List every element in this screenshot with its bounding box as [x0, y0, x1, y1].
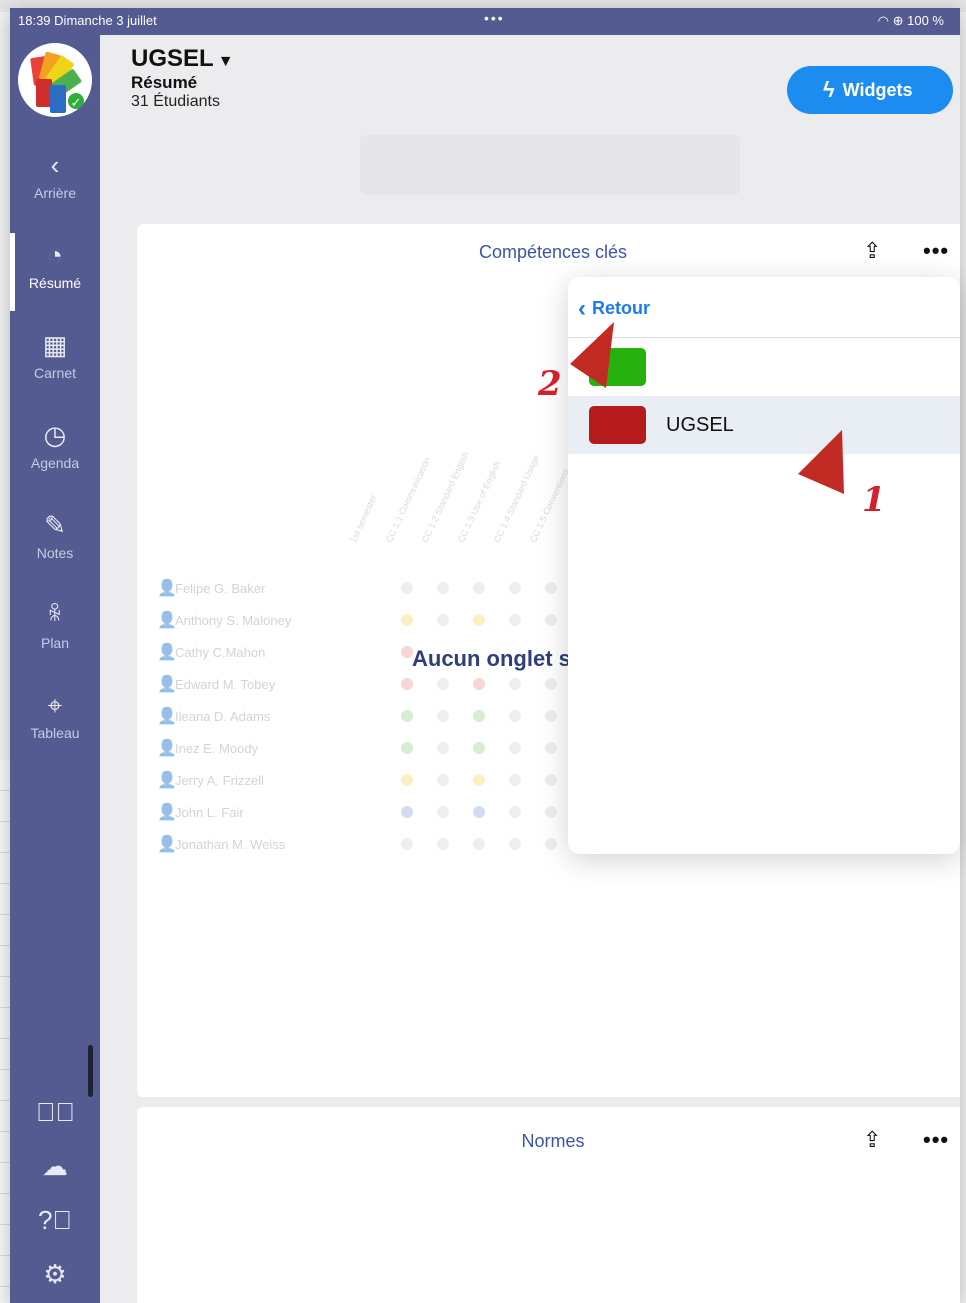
- more-options-icon[interactable]: •••: [923, 1127, 949, 1153]
- sidebar-item-carnet[interactable]: ▦ Carnet: [10, 327, 100, 407]
- pin-icon: ⌖: [47, 690, 63, 720]
- annotation-arrow-1: [798, 430, 844, 494]
- settings-gear-icon[interactable]: ⚙: [36, 1255, 74, 1293]
- widgets-button-label: Widgets: [842, 79, 913, 100]
- sidebar-item-resume[interactable]: ◔ Résumé: [10, 233, 100, 317]
- student-count: 31 Étudiants: [131, 93, 220, 110]
- sidebar-scrollbar[interactable]: [88, 1045, 93, 1097]
- share-icon[interactable]: ⇪: [863, 238, 881, 264]
- sidebar-item-label: Carnet: [33, 365, 77, 381]
- placeholder-bar: [360, 135, 740, 195]
- color-swatch: [589, 406, 646, 444]
- list-item: 👤Edward M. Tobey: [157, 676, 276, 693]
- check-badge-icon: ✓: [66, 91, 86, 111]
- status-bar: 18:39 Dimanche 3 juillet ••• ◠ ⊕ 100 %: [10, 8, 960, 35]
- wifi-icon: ◠: [877, 13, 889, 28]
- class-title[interactable]: UGSEL ▼: [131, 45, 234, 73]
- sidebar-item-label: Tableau: [30, 725, 80, 741]
- list-item: 👤John L. Fair: [157, 804, 244, 821]
- list-item: 👤Felipe G. Baker: [157, 580, 266, 597]
- list-item: 👤Anthony S. Maloney: [157, 612, 292, 629]
- list-item: 👤Inez E. Moody: [157, 740, 259, 757]
- popover-row-ugsel[interactable]: UGSEL: [568, 396, 960, 454]
- sidebar-item-tableau[interactable]: ⌖ Tableau: [10, 687, 100, 767]
- caret-down-icon: ▼: [217, 53, 234, 70]
- chevron-left-icon: ‹: [50, 150, 60, 180]
- sidebar-item-label: Notes: [36, 545, 74, 561]
- annotation-number-2: 2: [538, 364, 562, 404]
- sidebar-item-agenda[interactable]: ◷ Agenda: [10, 417, 100, 497]
- list-item: 👤Cathy C.Mahon: [157, 644, 266, 661]
- help-circle-icon[interactable]: ?⃝: [36, 1201, 74, 1239]
- list-item: 👤Ileana D. Adams: [157, 708, 271, 725]
- checkmark-circle-icon[interactable]: ✓⃝: [36, 1093, 75, 1131]
- sidebar-item-label: Résumé: [28, 275, 82, 291]
- list-item: 👤Jonathan M. Weiss: [157, 836, 286, 853]
- pie-chart-icon: ◔: [47, 240, 63, 270]
- sidebar-item-label: Plan: [40, 635, 70, 651]
- sidebar: ✓ ‹ Arrière ◔ Résumé ▦ Carnet ◷ Agenda ✎…: [10, 35, 100, 1303]
- empty-state-message: Aucun onglet sé: [412, 646, 584, 671]
- row-label: UGSEL: [666, 414, 734, 436]
- people-icon: ꆜ: [47, 604, 63, 626]
- gradebook-grid-icon: ▦: [42, 330, 68, 360]
- annotation-number-1: 1: [862, 480, 886, 520]
- normes-card: Normes ⇪ •••: [137, 1107, 960, 1303]
- sidebar-item-label: Arrière: [33, 185, 76, 201]
- status-right: ◠ ⊕ 100 %: [877, 13, 944, 28]
- class-avatar[interactable]: ✓: [18, 43, 92, 117]
- lightning-icon: ϟ: [823, 77, 835, 102]
- sidebar-item-label: Agenda: [30, 455, 80, 471]
- cloud-upload-icon[interactable]: ☁: [36, 1147, 74, 1185]
- multitask-dots[interactable]: •••: [484, 10, 505, 26]
- clock-bubble-icon: ◷: [43, 420, 67, 450]
- sidebar-item-plan[interactable]: ꆜ Plan: [10, 597, 100, 677]
- widgets-button[interactable]: ϟ Widgets: [787, 66, 953, 114]
- card-title: Compétences clés: [478, 242, 628, 262]
- page-subtitle: Résumé: [131, 73, 198, 92]
- list-item: 👤Jerry A. Frizzell: [157, 772, 264, 789]
- share-icon[interactable]: ⇪: [863, 1127, 881, 1153]
- card-title: Normes: [521, 1131, 585, 1151]
- status-time: 18:39 Dimanche 3 juillet: [18, 13, 157, 28]
- more-options-icon[interactable]: •••: [923, 238, 949, 264]
- pencil-icon: ✎: [44, 510, 66, 540]
- sidebar-item-notes[interactable]: ✎ Notes: [10, 507, 100, 587]
- faded-competence-table: 1st semester CC 1.1 Communication CC 1.2…: [157, 450, 617, 884]
- annotation-arrow-2: [570, 322, 614, 388]
- sidebar-item-arriere[interactable]: ‹ Arrière: [10, 147, 100, 227]
